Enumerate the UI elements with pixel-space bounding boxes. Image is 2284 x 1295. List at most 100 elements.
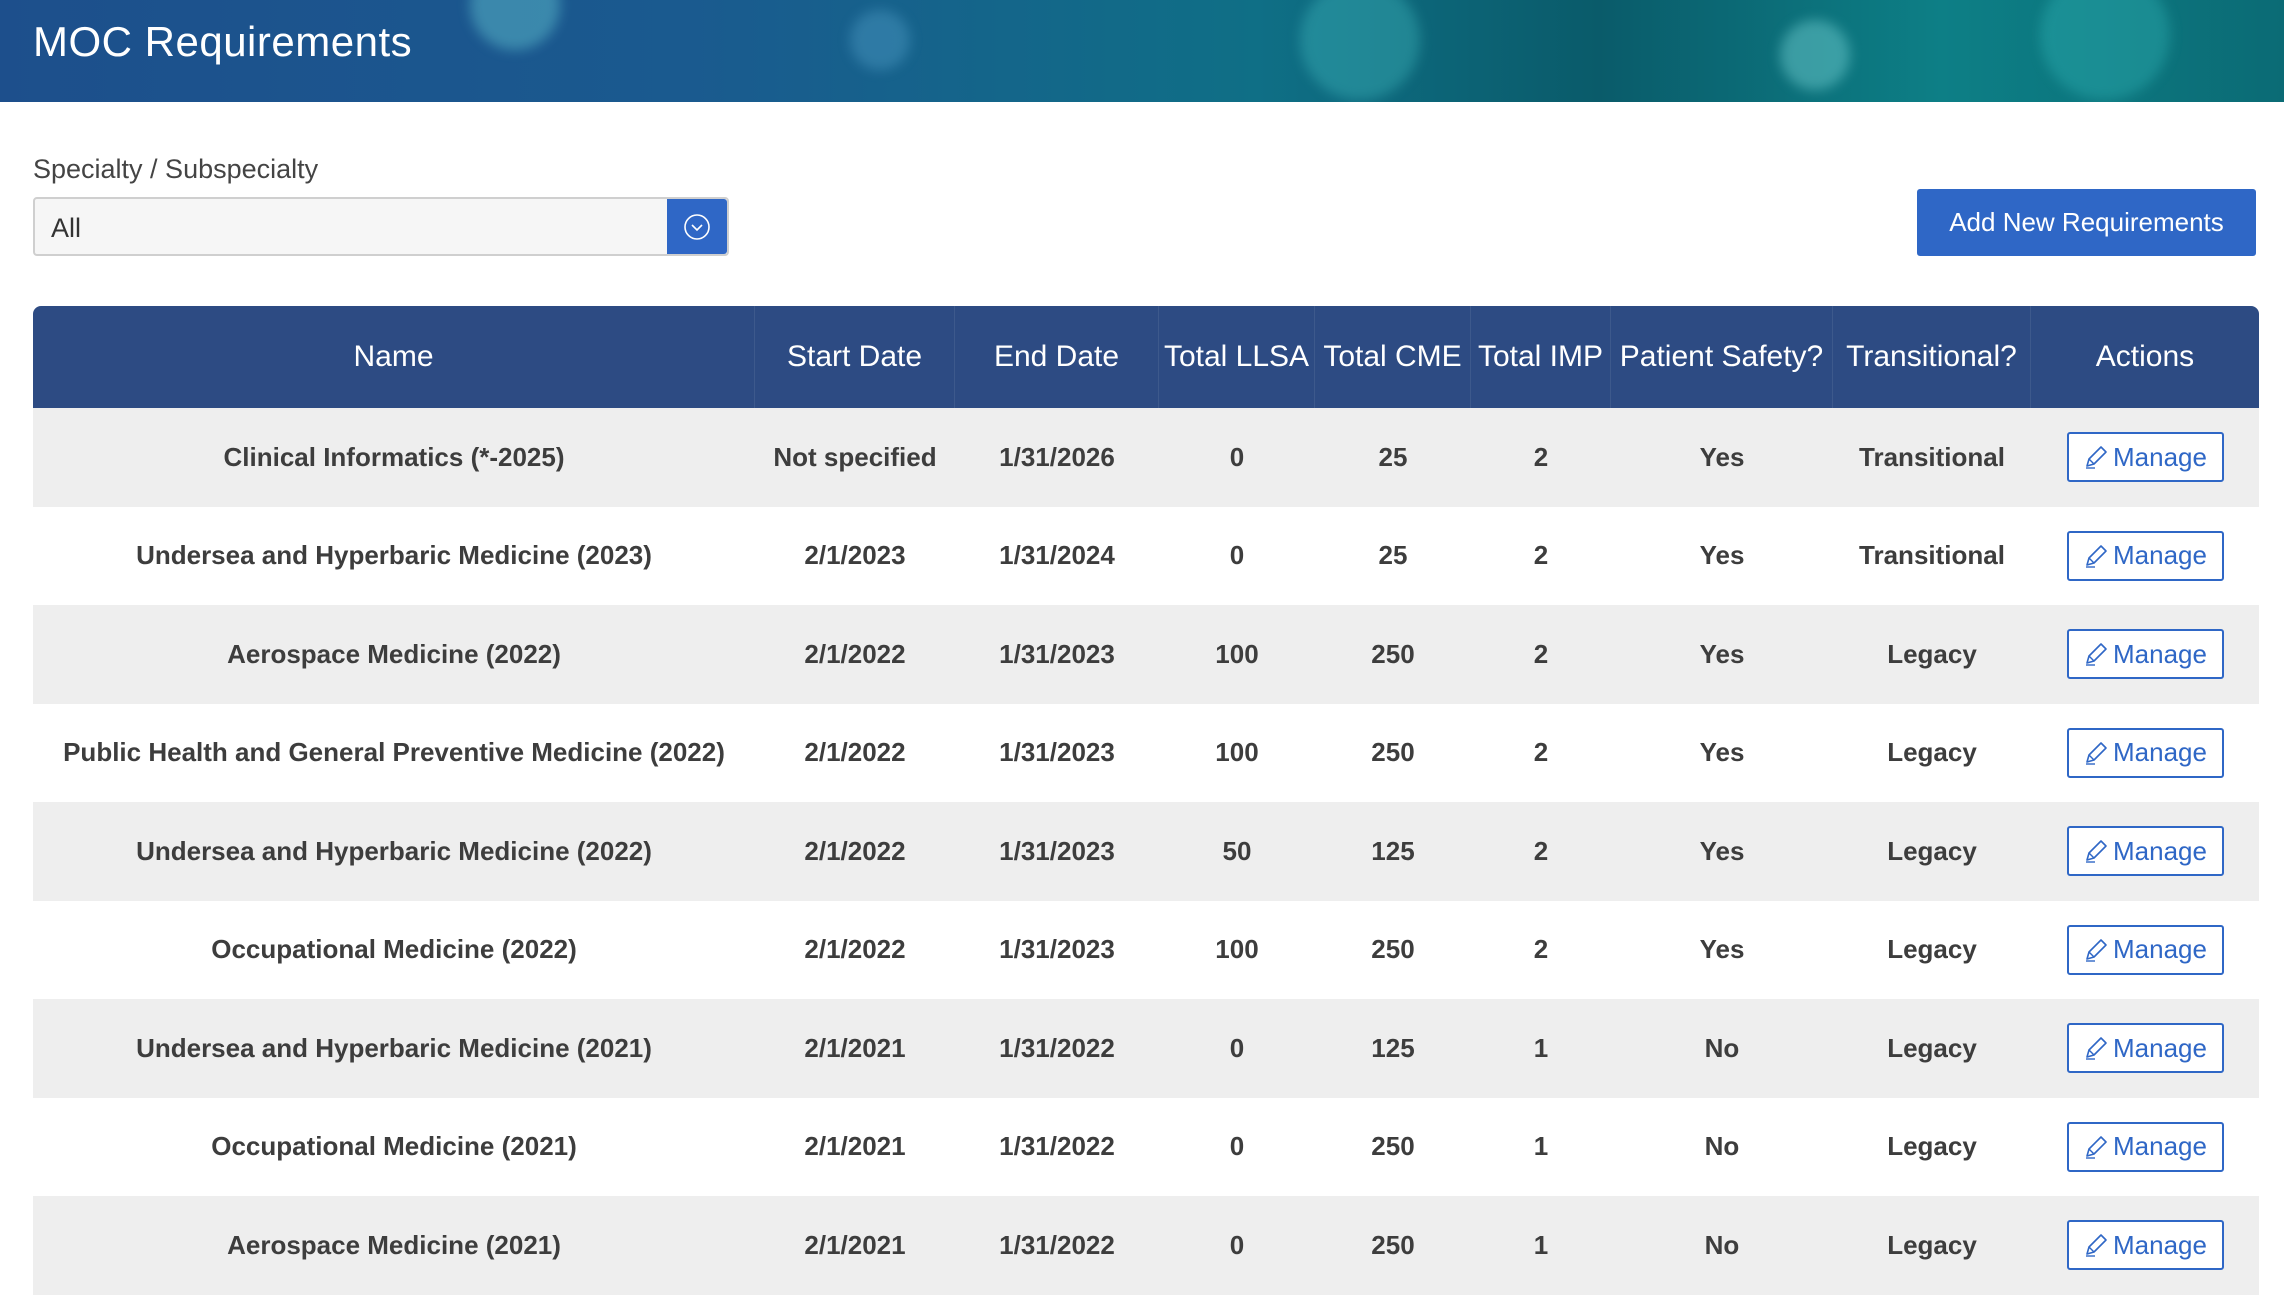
cell-end-date: 1/31/2026 — [999, 441, 1115, 472]
cell-end-date: 1/31/2023 — [999, 934, 1115, 965]
manage-button[interactable]: Manage — [2066, 530, 2224, 581]
cell-actions: Manage — [2031, 704, 2259, 803]
page-banner: MOC Requirements — [0, 0, 2284, 102]
manage-button[interactable]: Manage — [2066, 1023, 2224, 1074]
cell-total-cme: 250 — [1371, 934, 1415, 965]
pencil-icon — [2086, 1037, 2107, 1060]
manage-button-label: Manage — [2113, 737, 2207, 768]
cell-actions: Manage — [2031, 901, 2259, 1000]
cell-total-imp: 1 — [1533, 1032, 1549, 1063]
column-header-total-llsa[interactable]: Total LLSA — [1159, 306, 1315, 408]
cell-patient-safety: No — [1704, 1131, 1740, 1162]
cell-name: Undersea and Hyperbaric Medicine (2021) — [136, 1032, 652, 1063]
cell-start-date: 2/1/2021 — [804, 1032, 906, 1063]
manage-button[interactable]: Manage — [2066, 1121, 2224, 1172]
pencil-icon — [2086, 1234, 2107, 1257]
pencil-icon — [2086, 1135, 2107, 1159]
cell-transitional: Legacy — [1887, 1032, 1977, 1063]
cell-end-date: 1/31/2024 — [999, 540, 1115, 571]
table-row: Public Health and General Preventive Med… — [33, 703, 2259, 803]
cell-transitional: Legacy — [1887, 1229, 1977, 1260]
manage-button[interactable]: Manage — [2066, 629, 2224, 680]
banner-decoration — [470, 0, 560, 50]
add-new-requirements-button[interactable]: Add New Requirements — [1917, 189, 2256, 256]
table-header: Name Start Date End Date Total LLSA Tota… — [33, 306, 2259, 408]
cell-actions: Manage — [2031, 1098, 2259, 1197]
cell-name: Aerospace Medicine (2021) — [227, 1229, 561, 1260]
manage-button[interactable]: Manage — [2066, 727, 2224, 778]
cell-start-date: 2/1/2023 — [804, 540, 906, 571]
table-row: Aerospace Medicine (2021) 2/1/2021 1/31/20… — [33, 1196, 2259, 1295]
column-header-end-date[interactable]: End Date — [955, 306, 1159, 408]
banner-decoration — [1300, 0, 1420, 100]
cell-total-llsa: 0 — [1229, 1032, 1245, 1063]
cell-start-date: 2/1/2022 — [804, 737, 906, 768]
cell-total-llsa: 0 — [1229, 1131, 1245, 1162]
table-row: Occupational Medicine (2022) 2/1/2022 1/31… — [33, 900, 2259, 1000]
cell-total-cme: 250 — [1371, 1131, 1415, 1162]
manage-button-label: Manage — [2113, 441, 2207, 472]
cell-actions: Manage — [2031, 605, 2259, 704]
cell-total-cme: 250 — [1371, 737, 1415, 768]
cell-patient-safety: Yes — [1699, 540, 1745, 571]
requirements-table: Name Start Date End Date Total LLSA Tota… — [33, 306, 2259, 1295]
table-body: Clinical Informatics (*-2025) Not specifi… — [33, 408, 2259, 1295]
column-header-start-date[interactable]: Start Date — [755, 306, 955, 408]
banner-decoration — [850, 10, 910, 70]
cell-total-imp: 2 — [1533, 934, 1549, 965]
cell-end-date: 1/31/2023 — [999, 737, 1115, 768]
manage-button[interactable]: Manage — [2066, 1220, 2224, 1271]
cell-actions: Manage — [2031, 999, 2259, 1098]
cell-total-imp: 2 — [1533, 835, 1549, 866]
cell-total-llsa: 100 — [1215, 737, 1259, 768]
cell-total-llsa: 100 — [1215, 638, 1259, 669]
pencil-icon — [2086, 938, 2107, 962]
cell-transitional: Transitional — [1859, 441, 2005, 472]
pencil-icon — [2086, 446, 2107, 469]
cell-transitional: Legacy — [1887, 934, 1977, 965]
cell-total-cme: 125 — [1371, 835, 1415, 866]
cell-transitional: Transitional — [1859, 540, 2005, 571]
cell-name: Public Health and General Preventive Med… — [63, 737, 725, 768]
cell-name: Occupational Medicine (2022) — [211, 934, 577, 965]
manage-button-label: Manage — [2113, 1131, 2207, 1162]
cell-end-date: 1/31/2023 — [999, 638, 1115, 669]
table-row: Aerospace Medicine (2022) 2/1/2022 1/31/20… — [33, 605, 2259, 704]
table-row: Undersea and Hyperbaric Medicine (2021) 2… — [33, 999, 2259, 1098]
manage-button[interactable]: Manage — [2066, 826, 2224, 877]
cell-start-date: 2/1/2022 — [804, 835, 906, 866]
cell-name: Clinical Informatics (*-2025) — [223, 441, 565, 472]
cell-total-imp: 1 — [1533, 1229, 1549, 1260]
page-title: MOC Requirements — [33, 18, 413, 65]
manage-button[interactable]: Manage — [2066, 432, 2224, 483]
manage-button-label: Manage — [2113, 540, 2207, 571]
pencil-icon — [2086, 840, 2107, 863]
cell-total-cme: 250 — [1371, 638, 1415, 669]
manage-button-label: Manage — [2113, 1229, 2207, 1260]
cell-patient-safety: Yes — [1699, 441, 1745, 472]
cell-total-cme: 125 — [1371, 1032, 1415, 1063]
column-header-patient-safety[interactable]: Patient Safety? — [1611, 306, 1833, 408]
specialty-select[interactable]: All — [33, 197, 729, 256]
column-header-name[interactable]: Name — [33, 306, 755, 408]
cell-actions: Manage — [2031, 507, 2259, 606]
column-header-total-cme[interactable]: Total CME — [1315, 306, 1471, 408]
cell-end-date: 1/31/2022 — [999, 1131, 1115, 1162]
cell-actions: Manage — [2031, 802, 2259, 901]
cell-total-llsa: 0 — [1229, 1229, 1245, 1260]
cell-patient-safety: Yes — [1699, 737, 1745, 768]
pencil-icon — [2086, 643, 2107, 666]
manage-button[interactable]: Manage — [2066, 924, 2224, 975]
cell-patient-safety: Yes — [1699, 835, 1745, 866]
chevron-circle-down-icon — [684, 214, 710, 240]
column-header-total-imp[interactable]: Total IMP — [1471, 306, 1611, 408]
cell-transitional: Legacy — [1887, 835, 1977, 866]
specialty-select-toggle[interactable] — [667, 199, 727, 254]
cell-end-date: 1/31/2022 — [999, 1229, 1115, 1260]
table-row: Undersea and Hyperbaric Medicine (2022) 2… — [33, 802, 2259, 901]
column-header-transitional[interactable]: Transitional? — [1833, 306, 2031, 408]
cell-end-date: 1/31/2022 — [999, 1032, 1115, 1063]
manage-button-label: Manage — [2113, 835, 2207, 866]
cell-end-date: 1/31/2023 — [999, 835, 1115, 866]
table-row: Clinical Informatics (*-2025) Not specifi… — [33, 408, 2259, 507]
